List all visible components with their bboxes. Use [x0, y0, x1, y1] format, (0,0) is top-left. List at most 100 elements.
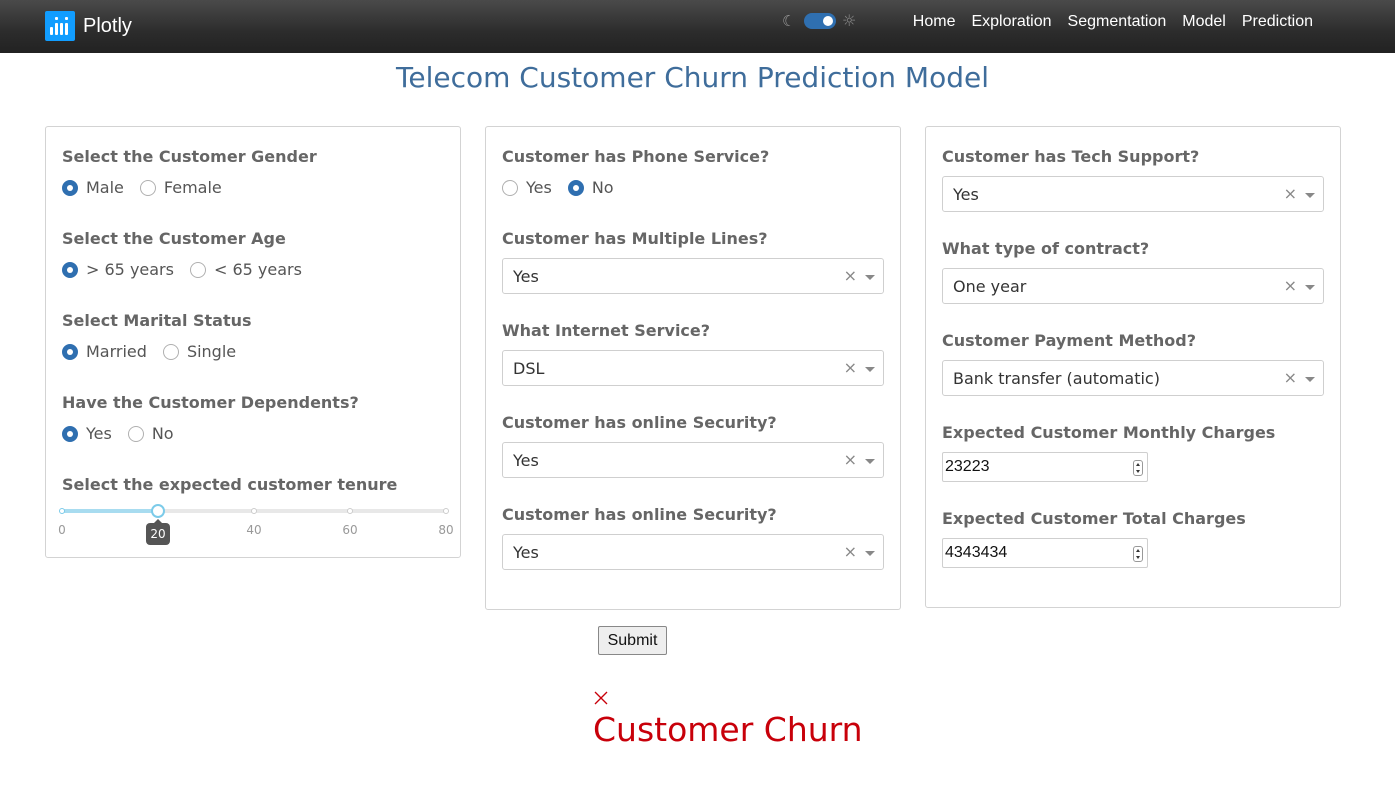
x-icon [594, 691, 608, 705]
security-dropdown-1[interactable]: Yes × [502, 442, 884, 478]
marital-radio-group: Married Single [62, 342, 252, 361]
tech-support-label: Customer has Tech Support? [942, 147, 1200, 166]
radio-label: < 65 years [213, 260, 302, 279]
monthly-charges-input[interactable]: 23223 [942, 452, 1148, 482]
radio-checked-icon [567, 179, 584, 196]
chevron-down-icon[interactable] [865, 275, 875, 280]
radio-checked-icon [62, 425, 78, 442]
dependents-option-yes[interactable]: Yes [62, 424, 112, 443]
slider-tick-dot[interactable] [443, 508, 449, 514]
phone-option-no[interactable]: No [567, 178, 614, 197]
payment-label: Customer Payment Method? [942, 331, 1196, 350]
multiple-lines-dropdown[interactable]: Yes × [502, 258, 884, 294]
marital-option-single[interactable]: Single [162, 342, 237, 361]
radio-checked-icon [62, 179, 78, 196]
slider-tick-label: 80 [438, 523, 454, 537]
submit-button[interactable]: Submit [598, 626, 667, 655]
brand-name: Plotly [83, 14, 132, 37]
clear-icon[interactable]: × [1284, 184, 1297, 203]
slider-tick-dot[interactable] [251, 508, 257, 514]
brand[interactable]: Plotly [45, 11, 132, 41]
phone-option-yes[interactable]: Yes [502, 178, 552, 197]
billing-card: Customer has Tech Support? Yes × What ty… [925, 126, 1341, 608]
total-charges-label: Expected Customer Total Charges [942, 509, 1246, 528]
slider-fill [62, 509, 158, 513]
clear-icon[interactable]: × [1284, 276, 1297, 295]
tech-support-dropdown[interactable]: Yes × [942, 176, 1324, 212]
gender-label: Select the Customer Gender [62, 147, 317, 166]
radio-checked-icon [62, 343, 78, 360]
navbar: Plotly ☾ ☼ Home Exploration Segmentation… [0, 0, 1395, 53]
slider-tick-dot[interactable] [347, 508, 353, 514]
nav-model[interactable]: Model [1174, 12, 1234, 32]
total-charges-input[interactable]: 4343434 [942, 538, 1148, 568]
nav-home[interactable]: Home [905, 12, 964, 32]
chevron-down-icon[interactable] [1305, 377, 1315, 382]
dependents-option-no[interactable]: No [127, 424, 174, 443]
radio-label: Male [86, 178, 124, 197]
chevron-down-icon[interactable] [1305, 285, 1315, 290]
marital-label: Select Marital Status [62, 311, 252, 330]
clear-icon[interactable]: × [1284, 368, 1297, 387]
slider-value-tooltip: 20 [146, 519, 170, 545]
dropdown-value: DSL [513, 359, 545, 378]
gender-option-female[interactable]: Female [139, 178, 222, 197]
radio-label: Yes [86, 424, 112, 443]
services-card: Customer has Phone Service? Yes No Custo… [485, 126, 901, 610]
prediction-result: Customer Churn [593, 710, 863, 749]
contract-dropdown[interactable]: One year × [942, 268, 1324, 304]
tenure-label: Select the expected customer tenure [62, 475, 398, 494]
nav-prediction[interactable]: Prediction [1234, 12, 1321, 32]
radio-label: > 65 years [86, 260, 174, 279]
gender-radio-group: Male Female [62, 178, 238, 197]
slider-handle[interactable] [151, 504, 165, 518]
clear-icon[interactable]: × [844, 358, 857, 377]
security-dropdown-2[interactable]: Yes × [502, 534, 884, 570]
payment-dropdown[interactable]: Bank transfer (automatic) × [942, 360, 1324, 396]
phone-radio-group: Yes No [502, 178, 630, 197]
dropdown-value: Yes [513, 451, 539, 470]
tenure-slider[interactable]: 0 40 60 80 20 [58, 504, 454, 547]
chevron-down-icon[interactable] [865, 367, 875, 372]
age-option-over-65[interactable]: > 65 years [62, 260, 174, 279]
radio-unchecked-icon [189, 261, 206, 278]
slider-tick-label: 0 [58, 523, 66, 537]
gender-option-male[interactable]: Male [62, 178, 124, 197]
chevron-down-icon[interactable] [865, 551, 875, 556]
age-option-under-65[interactable]: < 65 years [189, 260, 302, 279]
marital-option-married[interactable]: Married [62, 342, 147, 361]
internet-dropdown[interactable]: DSL × [502, 350, 884, 386]
input-value: 23223 [945, 458, 990, 475]
theme-toggle[interactable]: ☾ ☼ [782, 11, 862, 31]
dependents-label: Have the Customer Dependents? [62, 393, 359, 412]
nav-segmentation[interactable]: Segmentation [1060, 12, 1175, 32]
slider-tick-dot[interactable] [59, 508, 65, 514]
dropdown-value: One year [953, 277, 1027, 296]
plotly-logo-icon [45, 11, 75, 41]
chevron-down-icon[interactable] [1305, 193, 1315, 198]
spinner-icon[interactable] [1133, 546, 1143, 562]
dropdown-value: Bank transfer (automatic) [953, 369, 1160, 388]
internet-label: What Internet Service? [502, 321, 711, 340]
radio-label: No [591, 178, 614, 197]
radio-label: Married [86, 342, 147, 361]
dropdown-value: Yes [513, 543, 539, 562]
dependents-radio-group: Yes No [62, 424, 190, 443]
dropdown-value: Yes [953, 185, 979, 204]
theme-switch[interactable] [804, 13, 836, 29]
slider-tick-label: 40 [246, 523, 262, 537]
radio-label: Single [186, 342, 237, 361]
clear-icon[interactable]: × [844, 542, 857, 561]
radio-unchecked-icon [162, 343, 179, 360]
phone-label: Customer has Phone Service? [502, 147, 770, 166]
radio-label: Yes [526, 178, 552, 197]
security-label-2: Customer has online Security? [502, 505, 777, 524]
chevron-down-icon[interactable] [865, 459, 875, 464]
radio-unchecked-icon [139, 179, 156, 196]
spinner-icon[interactable] [1133, 460, 1143, 476]
clear-icon[interactable]: × [844, 266, 857, 285]
page-title: Telecom Customer Churn Prediction Model [396, 61, 989, 94]
clear-icon[interactable]: × [844, 450, 857, 469]
radio-label: Female [163, 178, 222, 197]
nav-exploration[interactable]: Exploration [963, 12, 1059, 32]
